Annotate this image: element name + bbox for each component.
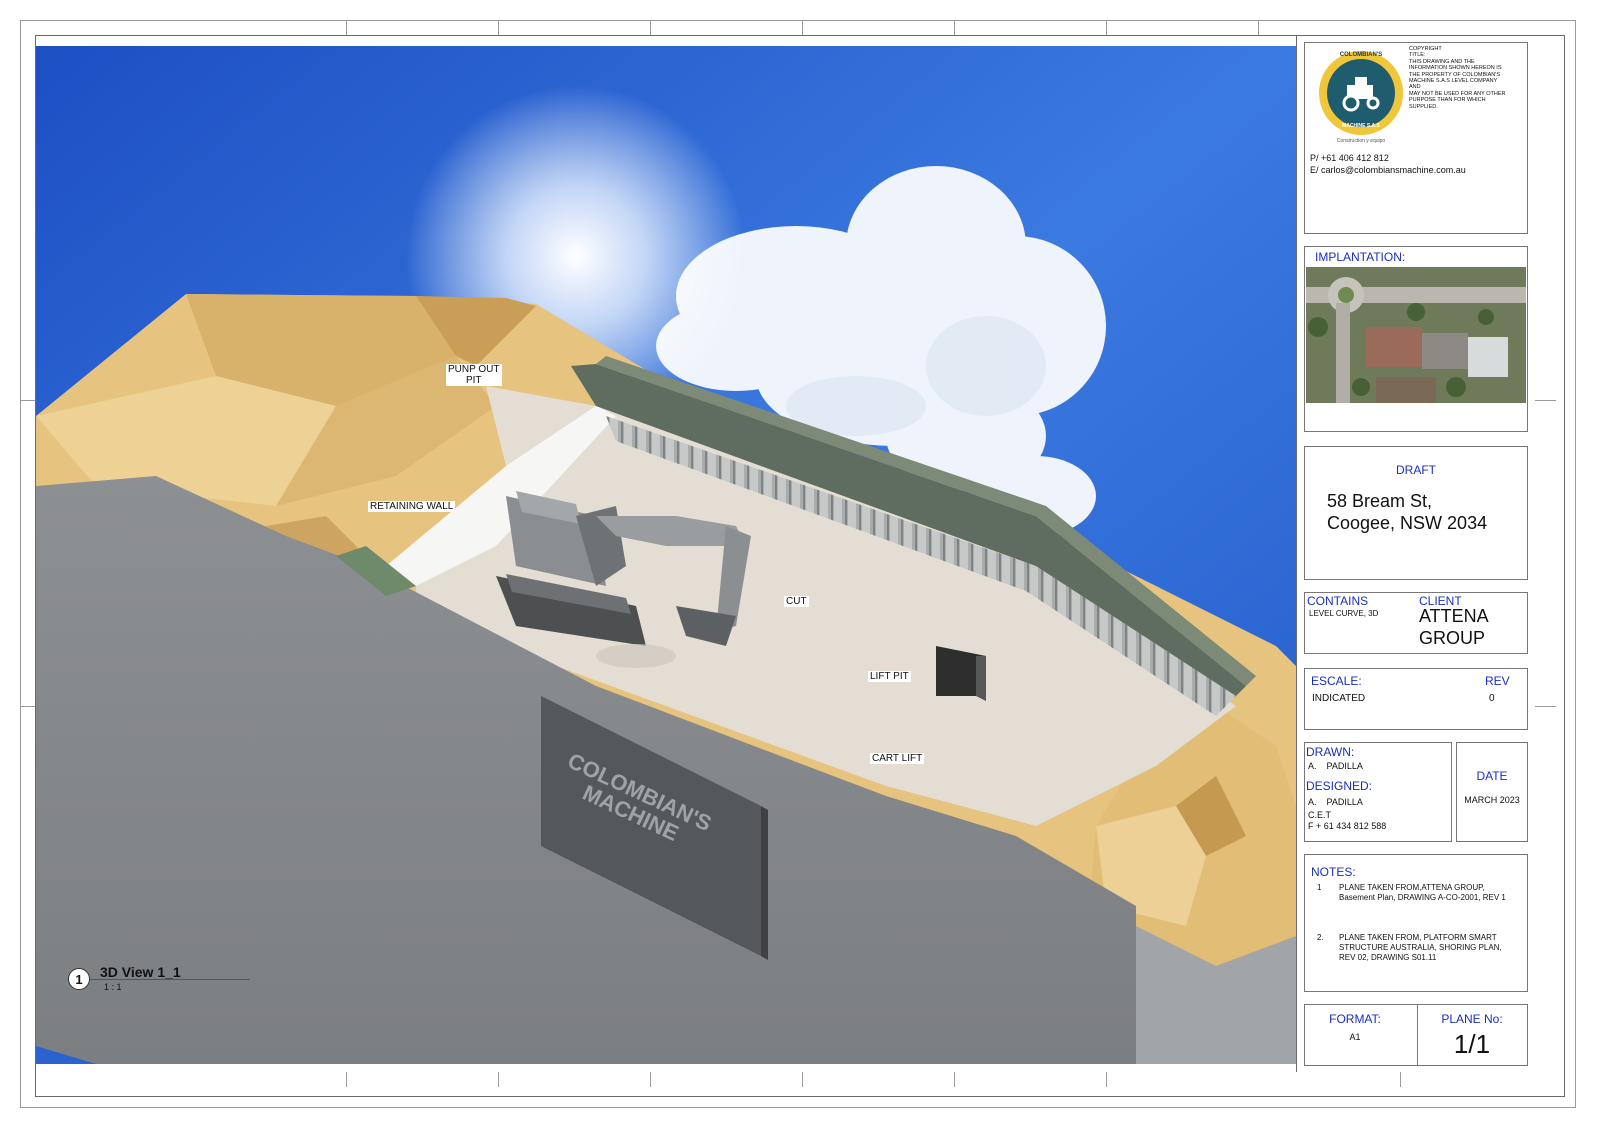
border-tick [20,706,35,707]
rev-value: 0 [1489,693,1495,704]
border-tick [498,20,499,35]
format-label: FORMAT: [1329,1012,1381,1026]
border-tick [802,1072,803,1087]
format-value: A1 [1349,1032,1361,1042]
implantation-box: IMPLANTATION: [1304,246,1528,432]
label-cut: CUT [784,596,809,607]
logo-text-top: COLOMBIAN'S [1339,52,1383,58]
label-lift-pit: LIFT PIT [868,671,911,682]
note1-text: PLANE TAKEN FROM,ATTENA GROUP, Basement … [1339,883,1506,902]
view-title: 1 3D View 1_1 1 : 1 [68,964,268,998]
label-punp-out-pit: PUNP OUT PIT [446,364,502,386]
escale-label: ESCALE: [1311,674,1362,688]
designed-value: A. PADILLA [1308,797,1363,807]
date-value: MARCH 2023 [1464,795,1520,805]
border-tick [650,1072,651,1087]
view-scale: 1 : 1 [104,982,122,992]
border-tick [20,400,35,401]
client-value-line1: ATTENA [1419,606,1489,626]
designed-phone: F + 61 434 812 588 [1308,821,1387,831]
border-tick [346,20,347,35]
designed-company: C.E.T [1308,810,1332,820]
company-email: E/ carlos@colombiansmachine.com.au [1310,165,1466,175]
date-box: DATE MARCH 2023 [1456,742,1528,842]
border-tick [1534,400,1556,401]
company-phone: P/ +61 406 412 812 [1310,153,1389,163]
draft-address-box: DRAFT 58 Bream St, Coogee, NSW 2034 [1304,446,1528,580]
border-tick [802,20,803,35]
plane-label: PLANE No: [1441,1012,1503,1026]
label-retaining-wall: RETAINING WALL [368,501,456,512]
border-tick [650,20,651,35]
note2-number: 2. [1317,933,1324,942]
rev-label: REV [1485,674,1510,688]
address-line1: 58 Bream St, [1327,491,1433,511]
notes-label: NOTES: [1311,865,1356,879]
contains-label: CONTAINS [1307,594,1369,608]
company-box: COLOMBIAN'S MACHINE S.A.S Construction y… [1304,42,1528,234]
note1-number: 1 [1317,883,1322,892]
designed-label: DESIGNED: [1306,779,1373,793]
drawn-value: A. PADILLA [1308,761,1363,771]
border-tick [1106,20,1107,35]
draft-label: DRAFT [1396,463,1436,477]
copyright-notice: COPYRIGHT TITLE: THIS DRAWING AND THE IN… [1409,46,1506,110]
company-logo: COLOMBIAN'S MACHINE S.A.S [1319,51,1403,135]
note2-text: PLANE TAKEN FROM, PLATFORM SMART STRUCTU… [1339,933,1502,962]
border-tick [1258,20,1259,35]
border-tick [954,20,955,35]
escale-value: INDICATED [1312,693,1366,704]
address-line2: Coogee, NSW 2034 [1327,513,1488,533]
escale-rev-box: ESCALE: INDICATED REV 0 [1304,668,1528,730]
contains-value: LEVEL CURVE, 3D [1309,609,1379,618]
3d-view-render: COLOMBIAN'S MACHINE PUNP OUT PIT RETAINI… [36,46,1296,1064]
label-cart-lift: CART LIFT [870,753,925,764]
view-name: 3D View 1_1 [100,964,181,980]
implantation-label: IMPLANTATION: [1315,250,1406,264]
view-number: 1 [68,968,90,990]
format-plane-box: FORMAT: A1 PLANE No: 1/1 [1304,1004,1528,1066]
notes-box: NOTES: 1 PLANE TAKEN FROM,ATTENA GROUP, … [1304,854,1528,992]
title-block: COLOMBIAN'S MACHINE S.A.S Construction y… [1296,36,1535,1072]
drawn-designed-box: DRAWN: A. PADILLA DESIGNED: A. PADILLA C… [1304,742,1452,842]
implantation-aerial-map [1306,267,1526,403]
plane-value: 1/1 [1453,1029,1491,1059]
drawn-label: DRAWN: [1306,745,1355,759]
border-tick [498,1072,499,1087]
border-tick [1400,1072,1401,1087]
contains-client-box: CONTAINS LEVEL CURVE, 3D CLIENT ATTENA G… [1304,592,1528,654]
logo-text-bottom: MACHINE S.A.S [1342,123,1380,129]
logo-tagline: Construction y equipo [1336,138,1386,144]
border-tick [954,1072,955,1087]
border-tick [346,1072,347,1087]
border-tick [1106,1072,1107,1087]
date-label: DATE [1476,769,1508,783]
client-value-line2: GROUP [1419,628,1486,648]
border-tick [1534,706,1556,707]
3d-scene: COLOMBIAN'S MACHINE [36,46,1296,1064]
